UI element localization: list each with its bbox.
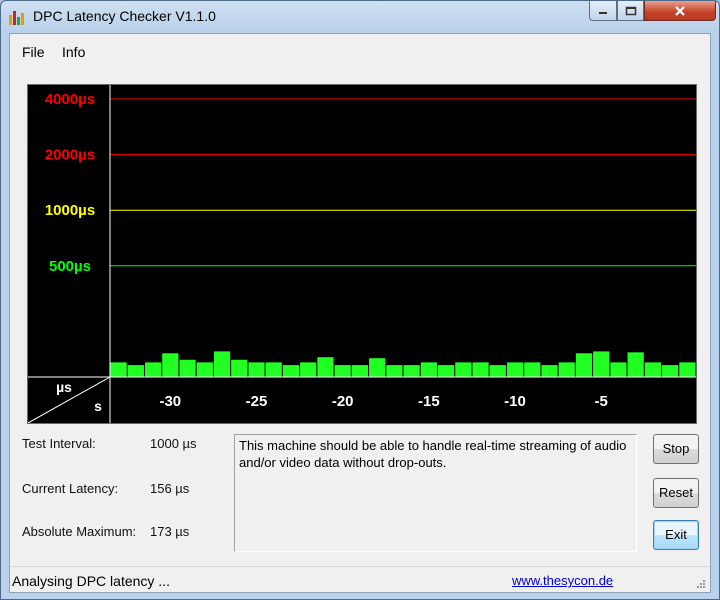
latency-bar	[437, 365, 455, 377]
latency-bar	[644, 362, 662, 377]
latency-bar	[317, 357, 334, 377]
minimize-button[interactable]	[589, 1, 617, 21]
latency-bar	[662, 365, 679, 377]
current-latency-label: Current Latency:	[22, 481, 119, 496]
latency-bar	[386, 365, 403, 377]
menu-file[interactable]: File	[22, 44, 45, 60]
latency-bar	[282, 365, 300, 377]
latency-bar	[334, 365, 351, 377]
x-tick-label: -25	[246, 393, 268, 410]
x-tick-label: -5	[595, 393, 608, 410]
latency-bar	[575, 353, 593, 377]
close-icon	[675, 5, 685, 16]
latency-bar	[420, 362, 437, 377]
latency-bar	[213, 351, 231, 377]
resize-grip-icon[interactable]	[696, 579, 706, 589]
exit-button[interactable]: Exit	[653, 520, 699, 550]
y-tick-label: 500µs	[49, 258, 91, 275]
latency-bar	[196, 362, 213, 377]
x-tick-label: -15	[418, 393, 440, 410]
latency-bar	[610, 362, 627, 377]
y-tick-label: 4000µs	[45, 91, 95, 108]
stop-button[interactable]: Stop	[653, 434, 699, 464]
latency-bar	[351, 365, 369, 377]
minimize-icon	[599, 11, 607, 14]
current-latency-value: 156 µs	[150, 481, 190, 496]
latency-bar	[179, 359, 196, 377]
status-message: This machine should be able to handle re…	[239, 438, 627, 470]
website-link[interactable]: www.thesycon.de	[512, 573, 613, 588]
latency-bar	[541, 365, 558, 377]
latency-bar	[231, 359, 248, 377]
latency-chart: 16000µs8000µs4000µs2000µs1000µs500µsµss-…	[28, 85, 696, 423]
client-area: File Info 16000µs8000µs4000µs2000µs1000µ…	[9, 33, 711, 593]
latency-bar	[265, 362, 282, 377]
latency-bar	[558, 362, 575, 377]
y-tick-label: 1000µs	[45, 202, 95, 219]
latency-bar	[455, 362, 472, 377]
menu-info[interactable]: Info	[62, 44, 85, 60]
latency-bar	[593, 351, 610, 377]
reset-button[interactable]: Reset	[653, 478, 699, 508]
latency-bar	[627, 352, 644, 377]
latency-bar	[110, 362, 127, 377]
latency-bar	[403, 365, 420, 377]
app-logo-icon	[9, 9, 25, 25]
latency-bar	[369, 358, 386, 377]
y-unit-label: µs	[56, 379, 72, 395]
menu-bar: File Info	[10, 34, 710, 68]
app-window: DPC Latency Checker V1.1.0 File Info 160…	[0, 0, 720, 600]
close-button[interactable]	[644, 1, 716, 21]
x-tick-label: -10	[504, 393, 526, 410]
latency-bar	[506, 362, 524, 377]
latency-graph: 16000µs8000µs4000µs2000µs1000µs500µsµss-…	[27, 84, 697, 424]
x-unit-label: s	[94, 398, 102, 414]
status-bar: Analysing DPC latency ... www.thesycon.d…	[10, 566, 710, 593]
test-interval-label: Test Interval:	[22, 436, 96, 451]
latency-bar	[472, 362, 489, 377]
latency-bar	[679, 362, 696, 377]
latency-bar	[144, 362, 162, 377]
maximize-button[interactable]	[617, 1, 644, 21]
latency-bar	[162, 353, 179, 377]
absolute-maximum-value: 173 µs	[150, 524, 190, 539]
maximize-icon	[625, 6, 636, 15]
x-tick-label: -20	[332, 393, 354, 410]
absolute-maximum-label: Absolute Maximum:	[22, 524, 137, 539]
x-tick-label: -30	[159, 393, 181, 410]
status-text: Analysing DPC latency ...	[12, 573, 170, 589]
window-title: DPC Latency Checker V1.1.0	[33, 8, 216, 24]
latency-bar	[524, 362, 541, 377]
latency-bar	[300, 362, 317, 377]
title-bar[interactable]: DPC Latency Checker V1.1.0	[1, 1, 719, 33]
latency-bar	[489, 365, 506, 377]
latency-bar	[127, 365, 144, 377]
message-box: This machine should be able to handle re…	[234, 434, 637, 552]
test-interval-value: 1000 µs	[150, 436, 197, 451]
y-tick-label: 2000µs	[45, 147, 95, 164]
latency-bar	[248, 362, 265, 377]
